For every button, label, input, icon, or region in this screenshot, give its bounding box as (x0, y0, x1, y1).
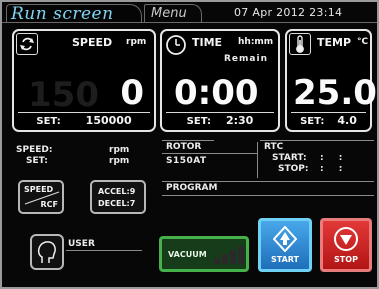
temp-unit: °C (357, 37, 369, 47)
rotor-underline (162, 153, 258, 154)
tab-menu[interactable]: Menu (144, 4, 202, 22)
set-info-unit: rpm (109, 156, 130, 166)
header-divider (2, 22, 377, 23)
vacuum-button[interactable]: VACUUM (159, 236, 249, 272)
time-title: TIME (192, 36, 223, 49)
rtc-topline (260, 140, 374, 141)
temp-set-label: SET: (300, 116, 325, 127)
speed-rcf-button[interactable]: SPEED RCF (18, 180, 64, 214)
accel-decel-button[interactable]: ACCEL:9 DECEL:7 (90, 180, 146, 214)
rotor-divider (162, 140, 214, 141)
rotation-icon (16, 33, 38, 55)
temp-set-value: 4.0 (337, 114, 357, 127)
speed-rcf-bottom: RCF (40, 200, 59, 209)
run-screen: Run screen Menu 07 Apr 2012 23:14 SPEED … (0, 0, 379, 289)
speed-unit: rpm (126, 37, 147, 47)
user-button[interactable] (30, 234, 64, 270)
speed-set-row: SET: 150000 (18, 112, 150, 127)
rtc-stop-value: : : (320, 164, 349, 174)
speed-info-label: SPEED: (16, 145, 53, 155)
start-label: START (270, 255, 300, 264)
user-underline (66, 250, 142, 251)
speed-set-label: SET: (36, 116, 61, 127)
user-head-icon (37, 241, 56, 263)
vacuum-label: VACUUM (168, 250, 207, 259)
program-topline (162, 181, 374, 182)
program-label[interactable]: PROGRAM (166, 183, 217, 194)
time-set-value: 2:30 (225, 114, 254, 127)
speed-value: 0 (120, 73, 144, 113)
start-button[interactable]: START (258, 218, 312, 272)
rotor-value: S150AT (166, 156, 207, 166)
start-diamond-icon (273, 226, 297, 252)
rotor-label: ROTOR (166, 142, 202, 152)
accel-value: ACCEL:9 (98, 187, 136, 196)
time-set-label: SET: (186, 116, 211, 127)
stop-circle-icon (334, 227, 358, 251)
rtc-divider (257, 142, 258, 178)
stop-button[interactable]: STOP (320, 218, 372, 272)
set-info-label: SET: (26, 156, 48, 166)
header-bar: Run screen Menu 07 Apr 2012 23:14 (2, 2, 377, 24)
speed-title: SPEED (72, 36, 113, 49)
thermometer-icon (289, 33, 311, 55)
speed-panel[interactable]: SPEED rpm 150 0 SET: 150000 (12, 29, 156, 132)
rtc-start-value: : : (320, 153, 349, 163)
user-label: USER (68, 239, 95, 249)
program-underline (162, 195, 374, 196)
temp-panel[interactable]: TEMP °C 25.0 SET: 4.0 (285, 29, 377, 132)
rtc-stop-label: STOP: (278, 164, 309, 174)
time-remain-label: Remain (224, 54, 268, 64)
rtc-label: RTC (264, 142, 284, 152)
speed-set-value: 150000 (85, 114, 132, 127)
decel-value: DECEL:7 (98, 199, 136, 208)
time-unit: hh:mm (238, 37, 274, 47)
time-set-row: SET: 2:30 (166, 112, 274, 127)
time-value: 0:00 (174, 73, 259, 113)
temp-set-row: SET: 4.0 (291, 112, 366, 127)
rtc-start-label: START: (272, 153, 307, 163)
clock-icon (165, 34, 187, 60)
tab-run-screen[interactable]: Run screen (6, 4, 142, 23)
stop-label: STOP (334, 255, 358, 264)
time-panel[interactable]: TIME hh:mm Remain 0:00 SET: 2:30 (160, 29, 280, 132)
date-time: 07 Apr 2012 23:14 (234, 6, 343, 19)
temp-title: TEMP (317, 36, 352, 49)
speed-info-unit: rpm (109, 145, 130, 155)
temp-value: 25.0 (293, 73, 377, 113)
speed-ghost-digits: 150 (28, 75, 99, 115)
vacuum-level-icon (214, 246, 244, 264)
